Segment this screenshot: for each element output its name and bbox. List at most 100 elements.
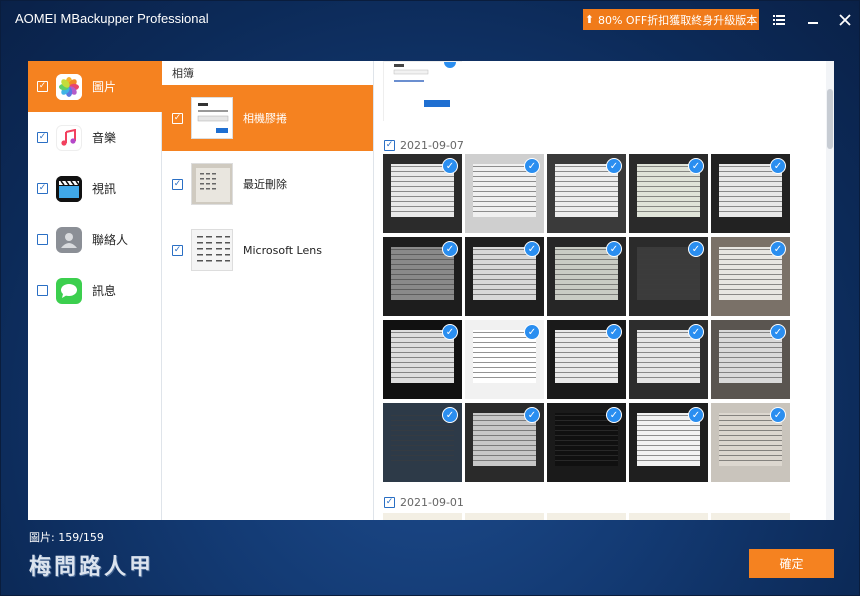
album-checkbox[interactable]: ✓ xyxy=(172,112,183,124)
photo-thumbnail[interactable]: ✓ xyxy=(629,320,708,399)
category-checkbox[interactable]: ✓ xyxy=(37,132,48,143)
photo-thumbnail[interactable] xyxy=(629,513,708,520)
photo-thumbnail[interactable]: ✓ xyxy=(711,237,790,316)
selected-check-icon[interactable]: ✓ xyxy=(770,241,786,257)
selected-check-icon[interactable]: ✓ xyxy=(442,407,458,423)
selected-check-icon[interactable]: ✓ xyxy=(524,241,540,257)
photo-text-lines xyxy=(391,166,454,215)
photo-thumbnail[interactable] xyxy=(711,513,790,520)
album-checkbox[interactable]: ✓ xyxy=(172,244,183,256)
selected-check-icon[interactable]: ✓ xyxy=(606,324,622,340)
photo-text-lines xyxy=(719,415,782,464)
selected-check-icon[interactable]: ✓ xyxy=(688,324,704,340)
photo-thumbnail[interactable]: ✓ xyxy=(383,237,462,316)
album-label: Microsoft Lens xyxy=(243,243,322,257)
selected-check-icon[interactable]: ✓ xyxy=(442,324,458,340)
photo-text-lines xyxy=(555,249,618,298)
photo-thumbnail[interactable] xyxy=(383,513,462,520)
category-checkbox[interactable]: ✓ xyxy=(37,81,48,92)
watermark-logo: 梅問路人甲 xyxy=(29,554,155,580)
selected-check-icon[interactable]: ✓ xyxy=(524,407,540,423)
photos-icon xyxy=(56,73,82,100)
photo-thumbnail[interactable] xyxy=(383,61,463,122)
category-checkbox[interactable] xyxy=(37,285,48,296)
album-label: 最近刪除 xyxy=(243,178,287,191)
album-list: 相簿 ✓ 相機膠捲 ✓ 最近刪除 ✓ Microsoft Lens xyxy=(162,61,374,520)
photo-thumbnail[interactable]: ✓ xyxy=(465,237,544,316)
photo-text-lines xyxy=(555,332,618,381)
selected-check-icon[interactable]: ✓ xyxy=(442,241,458,257)
category-item-photos[interactable]: ✓ 圖片 xyxy=(28,61,162,112)
selected-check-icon[interactable]: ✓ xyxy=(770,407,786,423)
music-icon xyxy=(56,124,82,151)
scrollbar-thumb[interactable] xyxy=(827,89,833,149)
minimize-button[interactable] xyxy=(802,9,824,31)
selected-check-icon[interactable]: ✓ xyxy=(606,158,622,174)
photo-thumbnail[interactable]: ✓ xyxy=(465,320,544,399)
photo-text-lines xyxy=(637,166,700,215)
album-header: 相簿 xyxy=(172,67,194,80)
album-item-camera-roll[interactable]: ✓ 相機膠捲 xyxy=(162,85,373,151)
category-checkbox[interactable] xyxy=(37,234,48,245)
photo-thumbnail[interactable]: ✓ xyxy=(383,403,462,482)
photo-thumbnail[interactable]: ✓ xyxy=(711,320,790,399)
category-item-messages[interactable]: 訊息 xyxy=(28,265,162,316)
selected-check-icon[interactable]: ✓ xyxy=(688,241,704,257)
promo-button[interactable]: ⬆ 80% OFF折扣獲取終身升級版本 xyxy=(583,9,759,30)
photo-thumbnail[interactable]: ✓ xyxy=(711,403,790,482)
photo-thumbnail[interactable]: ✓ xyxy=(547,154,626,233)
category-item-video[interactable]: ✓ 視訊 xyxy=(28,163,162,214)
photo-thumbnail[interactable]: ✓ xyxy=(547,320,626,399)
album-checkbox[interactable]: ✓ xyxy=(172,178,183,190)
selected-check-icon[interactable]: ✓ xyxy=(688,407,704,423)
photo-thumbnail[interactable]: ✓ xyxy=(465,154,544,233)
selected-check-icon[interactable]: ✓ xyxy=(524,158,540,174)
app-title: AOMEI MBackupper Professional xyxy=(15,11,209,26)
selected-check-icon[interactable]: ✓ xyxy=(606,407,622,423)
date-group-checkbox[interactable]: ✓ xyxy=(384,496,395,508)
album-item-recently-deleted[interactable]: ✓ 最近刪除 xyxy=(162,151,373,217)
photo-thumbnail[interactable]: ✓ xyxy=(383,154,462,233)
selection-status: 圖片: 159/159 xyxy=(29,531,104,544)
album-item-microsoft-lens[interactable]: ✓ Microsoft Lens xyxy=(162,217,373,283)
photo-text-lines xyxy=(391,415,454,464)
content-panel: ✓ 圖片 ✓ 音樂 ✓ 視訊 聯絡人 訊息 相簿 ✓ 相機膠捲 ✓ 最近刪除 ✓… xyxy=(28,61,834,520)
photo-thumbnail[interactable]: ✓ xyxy=(547,403,626,482)
date-group-header[interactable]: ✓ 2021-09-01 xyxy=(384,495,464,509)
menu-button[interactable] xyxy=(768,9,790,31)
photo-grid: ✓ ✓ ✓ ✓ ✓ ✓ ✓ ✓ ✓ ✓ ✓ ✓ ✓ ✓ ✓ ✓ ✓ ✓ ✓ ✓ xyxy=(383,154,790,482)
selected-check-icon[interactable]: ✓ xyxy=(442,158,458,174)
category-label: 音樂 xyxy=(92,131,117,145)
photo-thumbnail[interactable]: ✓ xyxy=(711,154,790,233)
category-checkbox[interactable]: ✓ xyxy=(37,183,48,194)
category-label: 聯絡人 xyxy=(92,233,129,247)
photo-text-lines xyxy=(637,249,700,298)
category-item-music[interactable]: ✓ 音樂 xyxy=(28,112,162,163)
photo-grid-panel: ✓ 2021-09-07 ✓ ✓ ✓ ✓ ✓ ✓ ✓ ✓ ✓ ✓ ✓ ✓ ✓ ✓ ✓ ✓ ✓ ✓ ✓ ✓ ✓ 2021… xyxy=(374,61,834,520)
photo-thumbnail[interactable]: ✓ xyxy=(383,320,462,399)
selected-check-icon[interactable]: ✓ xyxy=(524,324,540,340)
title-bar: AOMEI MBackupper Professional ⬆ 80% OFF折… xyxy=(1,1,860,37)
photo-thumbnail[interactable] xyxy=(465,513,544,520)
date-group-label: 2021-09-07 xyxy=(400,138,464,152)
category-item-contacts[interactable]: 聯絡人 xyxy=(28,214,162,265)
date-group-header[interactable]: ✓ 2021-09-07 xyxy=(384,138,464,152)
photo-thumbnail[interactable]: ✓ xyxy=(465,403,544,482)
photo-text-lines xyxy=(719,166,782,215)
photo-thumbnail[interactable] xyxy=(547,513,626,520)
ok-button[interactable]: 確定 xyxy=(749,549,834,578)
photo-thumbnail[interactable]: ✓ xyxy=(629,237,708,316)
photo-thumbnail[interactable]: ✓ xyxy=(547,237,626,316)
close-button[interactable] xyxy=(834,9,856,31)
date-group-checkbox[interactable]: ✓ xyxy=(384,139,395,151)
selected-check-icon[interactable]: ✓ xyxy=(688,158,704,174)
photo-thumbnail[interactable]: ✓ xyxy=(629,403,708,482)
photo-text-lines xyxy=(473,415,536,464)
messages-icon xyxy=(56,277,82,304)
photo-thumbnail[interactable]: ✓ xyxy=(629,154,708,233)
selected-check-icon[interactable]: ✓ xyxy=(770,158,786,174)
selected-check-icon[interactable]: ✓ xyxy=(770,324,786,340)
selected-check-icon[interactable]: ✓ xyxy=(606,241,622,257)
scrollbar[interactable] xyxy=(826,61,834,520)
contacts-icon xyxy=(56,226,82,253)
